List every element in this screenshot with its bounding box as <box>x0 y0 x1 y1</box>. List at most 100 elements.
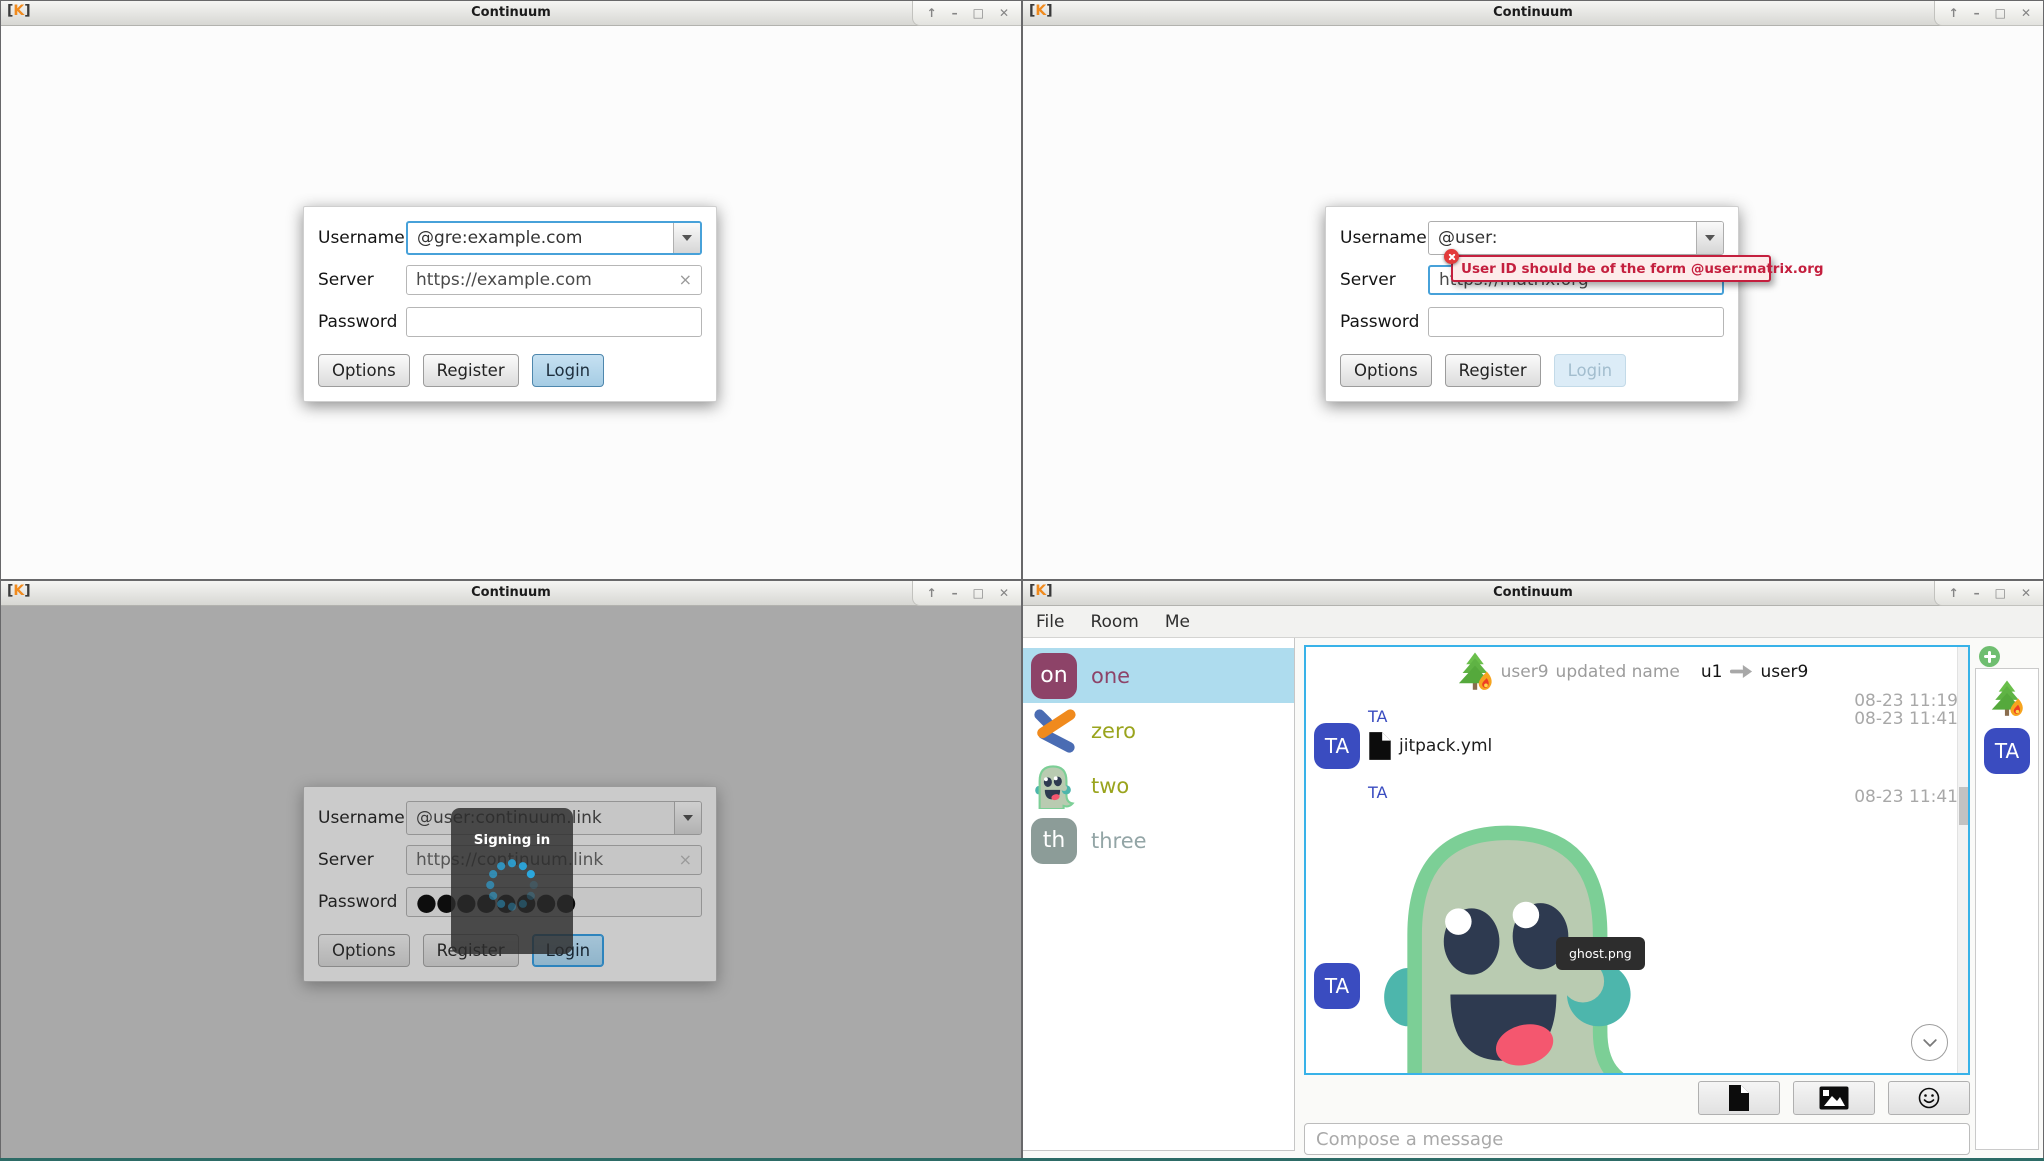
minimize-button[interactable]: – <box>1974 7 1980 19</box>
ghost-icon <box>1031 763 1077 809</box>
username-value[interactable]: @gre:example.com <box>408 223 673 253</box>
message-avatar: TA <box>1314 963 1360 1009</box>
room-item-two[interactable]: two <box>1023 758 1294 813</box>
username-dropdown-button[interactable] <box>1696 222 1723 254</box>
menu-room[interactable]: Room <box>1077 606 1151 637</box>
window-title: Continuum <box>1 5 1021 20</box>
signing-in-label: Signing in <box>474 832 550 848</box>
attachment-toolbar <box>1304 1081 1970 1115</box>
image-filename-tooltip: ghost.png <box>1556 937 1645 970</box>
titlebar[interactable]: [K] Continuum ↑ – □ ✕ <box>1023 1 2043 26</box>
maximize-button[interactable]: □ <box>1995 7 2006 19</box>
tree-fire-icon[interactable] <box>1989 679 2025 718</box>
server-input[interactable]: https://example.com × <box>406 265 702 295</box>
invite-member-button[interactable] <box>1979 646 2000 667</box>
server-label: Server <box>318 850 406 870</box>
close-button[interactable]: ✕ <box>2021 587 2031 599</box>
smiley-icon <box>1917 1086 1941 1110</box>
username-value[interactable]: @user: <box>1429 222 1696 254</box>
message-avatar: TA <box>1314 723 1360 769</box>
password-input[interactable] <box>1428 307 1724 337</box>
password-row: Password <box>318 307 702 337</box>
server-label: Server <box>318 270 406 290</box>
server-row: Server https://example.com × <box>318 265 702 295</box>
login-dialog: Username @user: User ID should be of the… <box>1325 206 1739 402</box>
event-new-name: user9 <box>1760 662 1808 682</box>
compose-input[interactable] <box>1316 1129 1958 1150</box>
window-controls: ↑ – □ ✕ <box>912 1 1021 26</box>
username-dropdown-button <box>674 802 701 834</box>
username-combobox[interactable]: @user: <box>1428 221 1724 255</box>
attach-file-button[interactable] <box>1698 1081 1780 1115</box>
clear-icon[interactable]: × <box>679 272 692 288</box>
file-icon <box>1368 731 1392 761</box>
scrollbar-thumb[interactable] <box>1959 787 1968 825</box>
event-actor: user9 <box>1501 662 1549 682</box>
options-button[interactable]: Options <box>1340 354 1432 387</box>
window-title: Continuum <box>1 585 1021 600</box>
window-controls: ↑ – □ ✕ <box>1934 581 2043 606</box>
menu-me[interactable]: Me <box>1152 606 1203 637</box>
titlebar[interactable]: [K] Continuum ↑ – □ ✕ <box>1 1 1021 26</box>
maximize-button[interactable]: □ <box>973 587 984 599</box>
emoji-button[interactable] <box>1888 1081 1970 1115</box>
password-label: Password <box>318 312 406 332</box>
room-avatar: th <box>1031 818 1077 864</box>
password-row: Password <box>1340 307 1724 337</box>
file-message[interactable]: jitpack.yml <box>1368 731 1492 761</box>
member-avatar[interactable]: TA <box>1984 728 2030 774</box>
file-name: jitpack.yml <box>1399 736 1492 756</box>
register-button[interactable]: Register <box>1445 354 1541 387</box>
error-icon <box>1444 249 1459 264</box>
close-button[interactable]: ✕ <box>999 587 1009 599</box>
password-label: Password <box>318 892 406 912</box>
room-item-three[interactable]: th three <box>1023 813 1294 868</box>
maximize-button[interactable]: □ <box>973 7 984 19</box>
username-label: Username <box>318 808 406 828</box>
close-button[interactable]: ✕ <box>2021 7 2031 19</box>
chevron-down-icon <box>683 815 693 821</box>
username-dropdown-button[interactable] <box>673 223 700 253</box>
name-change-event: user9 updated name u1 user9 <box>1306 651 1958 692</box>
menu-file[interactable]: File <box>1023 606 1077 637</box>
window-login-signing-in: [K] Continuum ↑ – □ ✕ Username @user:con… <box>0 580 1022 1161</box>
options-button[interactable]: Options <box>318 354 410 387</box>
room-item-one[interactable]: on one <box>1023 648 1294 703</box>
minimize-button[interactable]: – <box>1974 587 1980 599</box>
scroll-to-bottom-button[interactable] <box>1911 1024 1948 1061</box>
shade-button[interactable]: ↑ <box>1949 587 1959 599</box>
error-tooltip: User ID should be of the form @user:matr… <box>1451 255 1771 282</box>
shade-button[interactable]: ↑ <box>1949 7 1959 19</box>
room-name: three <box>1091 829 1147 853</box>
message-timestamp: 08-23 11:41 <box>1854 787 1958 807</box>
options-button: Options <box>318 934 410 967</box>
password-label: Password <box>1340 312 1428 332</box>
chat-scrollbar[interactable] <box>1957 647 1968 1073</box>
desktop: [K] Continuum ↑ – □ ✕ Username @gre:exam… <box>0 0 2044 1161</box>
compose-bar <box>1304 1123 1970 1155</box>
shade-button[interactable]: ↑ <box>927 587 937 599</box>
menu-bar: File Room Me <box>1023 606 2043 638</box>
message-timeline[interactable]: user9 updated name u1 user9 08-23 11:19 … <box>1304 645 1970 1075</box>
username-combobox[interactable]: @gre:example.com <box>406 221 702 255</box>
chevron-down-icon <box>1705 235 1715 241</box>
login-window-content: Username @gre:example.com Server https:/… <box>1 26 1021 579</box>
room-item-zero[interactable]: zero <box>1023 703 1294 758</box>
close-button[interactable]: ✕ <box>999 7 1009 19</box>
arrow-right-icon <box>1729 664 1753 679</box>
password-input[interactable] <box>406 307 702 337</box>
titlebar[interactable]: [K] Continuum ↑ – □ ✕ <box>1023 581 2043 606</box>
maximize-button[interactable]: □ <box>1995 587 2006 599</box>
shade-button[interactable]: ↑ <box>927 7 937 19</box>
attach-image-button[interactable] <box>1793 1081 1875 1115</box>
minimize-button[interactable]: – <box>952 587 958 599</box>
chat-window-content: File Room Me on one zero two th <box>1023 606 2043 1160</box>
register-button[interactable]: Register <box>423 354 519 387</box>
username-row: Username @gre:example.com <box>318 221 702 255</box>
minimize-button[interactable]: – <box>952 7 958 19</box>
login-button[interactable]: Login <box>532 354 605 387</box>
titlebar[interactable]: [K] Continuum ↑ – □ ✕ <box>1 581 1021 606</box>
window-title: Continuum <box>1023 5 2043 20</box>
server-label: Server <box>1340 270 1428 290</box>
room-name: one <box>1091 664 1130 688</box>
